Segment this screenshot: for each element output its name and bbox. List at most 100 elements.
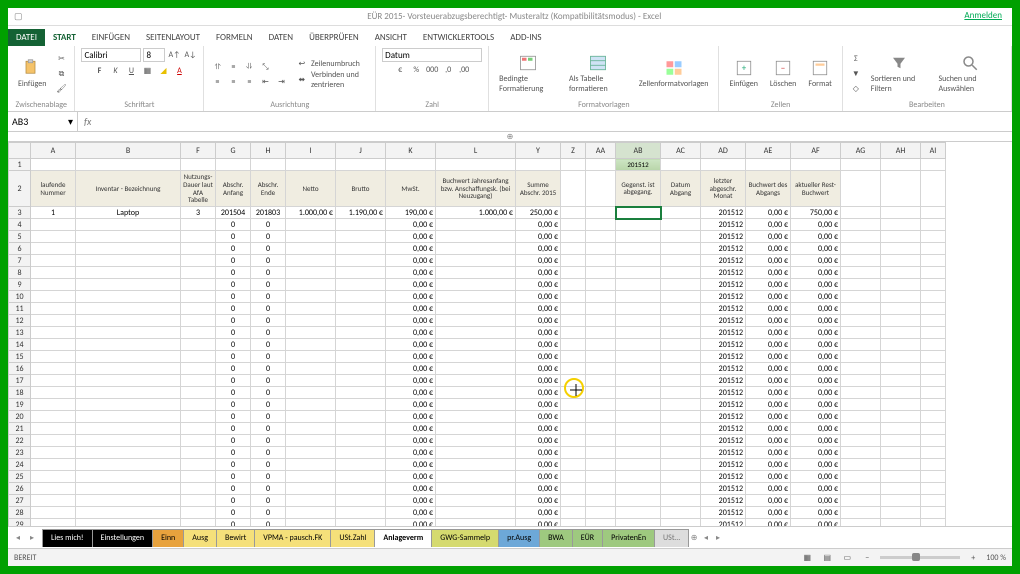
cell[interactable] xyxy=(76,435,181,447)
cell[interactable] xyxy=(336,315,386,327)
cell[interactable]: 0 xyxy=(251,447,286,459)
cell[interactable] xyxy=(286,363,336,375)
cell[interactable] xyxy=(661,315,701,327)
cell[interactable] xyxy=(586,219,616,231)
sheet-tab-10[interactable]: BWA xyxy=(539,529,573,547)
cell[interactable] xyxy=(436,459,516,471)
cell[interactable] xyxy=(561,243,586,255)
sheet-tab-8[interactable]: GWG-Sammelp xyxy=(431,529,499,547)
cell[interactable] xyxy=(216,159,251,171)
spreadsheet-grid[interactable]: ABFGHIJKLYZAAABACADAEAFAGAHAI12015122lau… xyxy=(8,142,1012,526)
tab-ueberpruefen[interactable]: ÜBERPRÜFEN xyxy=(301,29,367,46)
cell[interactable] xyxy=(436,435,516,447)
cell[interactable] xyxy=(616,471,661,483)
cell[interactable] xyxy=(436,231,516,243)
row-header[interactable]: 24 xyxy=(9,459,31,471)
cell[interactable] xyxy=(586,351,616,363)
cell[interactable]: 0 xyxy=(251,375,286,387)
cell[interactable]: 0,00 € xyxy=(516,327,561,339)
col-header-corner[interactable] xyxy=(9,143,31,159)
sheet-tab-11[interactable]: EÜR xyxy=(572,529,603,547)
cell[interactable]: 0,00 € xyxy=(746,375,791,387)
cell[interactable] xyxy=(336,387,386,399)
cell[interactable] xyxy=(921,435,946,447)
cell[interactable] xyxy=(841,159,881,171)
cell[interactable] xyxy=(31,303,76,315)
cell[interactable] xyxy=(286,387,336,399)
cell[interactable] xyxy=(586,423,616,435)
col-header-AC[interactable]: AC xyxy=(661,143,701,159)
cell[interactable]: 0 xyxy=(216,387,251,399)
cell[interactable] xyxy=(616,375,661,387)
cell[interactable]: 0,00 € xyxy=(516,231,561,243)
view-layout-icon[interactable]: ▤ xyxy=(820,551,834,565)
cell[interactable]: 0 xyxy=(216,507,251,519)
cell[interactable]: 0,00 € xyxy=(791,255,841,267)
cell[interactable] xyxy=(586,207,616,219)
cell[interactable]: Brutto xyxy=(336,171,386,207)
cell[interactable] xyxy=(661,207,701,219)
cell[interactable]: 0,00 € xyxy=(746,339,791,351)
cell[interactable] xyxy=(31,459,76,471)
cell[interactable] xyxy=(436,159,516,171)
delete-cells-button[interactable]: −Löschen xyxy=(766,57,800,91)
cell[interactable]: 0 xyxy=(251,399,286,411)
cell[interactable]: 0 xyxy=(216,519,251,527)
col-header-F[interactable]: F xyxy=(181,143,216,159)
cell[interactable] xyxy=(616,315,661,327)
fill-icon[interactable]: ▼ xyxy=(849,67,863,81)
cell[interactable] xyxy=(286,315,336,327)
sheet-tab-9[interactable]: pr.Ausg xyxy=(498,529,540,547)
cell[interactable] xyxy=(436,315,516,327)
cell[interactable] xyxy=(336,291,386,303)
cell[interactable] xyxy=(286,495,336,507)
cell[interactable] xyxy=(921,483,946,495)
col-header-AI[interactable]: AI xyxy=(921,143,946,159)
cell[interactable]: 0,00 € xyxy=(516,423,561,435)
cell[interactable] xyxy=(921,327,946,339)
cell[interactable]: 0 xyxy=(216,243,251,255)
cell[interactable] xyxy=(561,171,586,207)
cell[interactable] xyxy=(181,411,216,423)
cell[interactable] xyxy=(336,399,386,411)
cell[interactable]: 0,00 € xyxy=(516,399,561,411)
cell[interactable]: 0,00 € xyxy=(791,351,841,363)
cell[interactable] xyxy=(336,447,386,459)
cell[interactable] xyxy=(76,243,181,255)
cell[interactable] xyxy=(561,255,586,267)
tab-nav-last-icon[interactable]: ▸ xyxy=(26,532,38,544)
cell[interactable] xyxy=(921,255,946,267)
cell[interactable] xyxy=(336,267,386,279)
formula-bar[interactable] xyxy=(97,112,1012,131)
cell[interactable] xyxy=(286,447,336,459)
cell[interactable]: 0,00 € xyxy=(746,423,791,435)
cell[interactable] xyxy=(616,279,661,291)
cell[interactable]: letzter abgeschr. Monat xyxy=(701,171,746,207)
sheet-tab-12[interactable]: PrivatenEn xyxy=(602,529,655,547)
cell[interactable] xyxy=(561,423,586,435)
cell[interactable] xyxy=(586,291,616,303)
row-header[interactable]: 4 xyxy=(9,219,31,231)
row-header[interactable]: 17 xyxy=(9,375,31,387)
cell[interactable]: 201512 xyxy=(701,375,746,387)
cell[interactable] xyxy=(841,447,881,459)
cell[interactable] xyxy=(616,447,661,459)
paste-button[interactable]: Einfügen xyxy=(14,57,50,91)
cell[interactable] xyxy=(286,519,336,527)
cell[interactable]: 0,00 € xyxy=(791,495,841,507)
cell[interactable] xyxy=(286,411,336,423)
cell[interactable] xyxy=(181,159,216,171)
row-header[interactable]: 1 xyxy=(9,159,31,171)
format-table-button[interactable]: Als Tabelle formatieren xyxy=(565,52,631,96)
cell[interactable]: 0,00 € xyxy=(386,315,436,327)
cell[interactable] xyxy=(76,471,181,483)
cell[interactable]: 0,00 € xyxy=(386,375,436,387)
cell[interactable]: 0,00 € xyxy=(516,243,561,255)
cell[interactable]: 0 xyxy=(251,219,286,231)
cell[interactable] xyxy=(921,219,946,231)
align-right-icon[interactable]: ≡ xyxy=(242,75,256,89)
cell[interactable] xyxy=(336,423,386,435)
cell[interactable]: 0 xyxy=(216,459,251,471)
cell[interactable]: 0,00 € xyxy=(516,267,561,279)
cell[interactable] xyxy=(616,459,661,471)
